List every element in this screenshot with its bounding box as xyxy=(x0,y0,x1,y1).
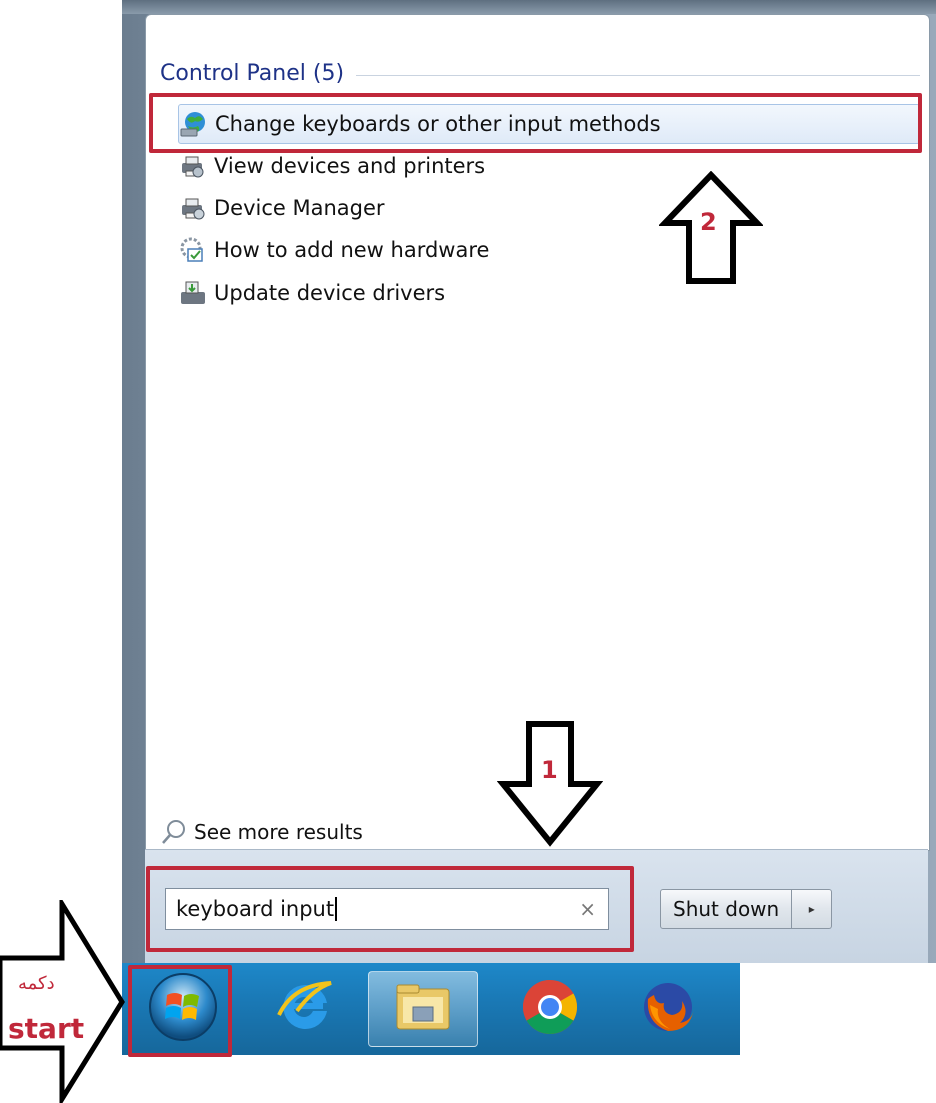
internet-explorer-icon xyxy=(273,975,337,1043)
see-more-results-link[interactable]: See more results xyxy=(160,815,363,849)
taskbar-firefox[interactable] xyxy=(613,971,723,1047)
taskbar-file-explorer[interactable] xyxy=(368,971,478,1047)
shutdown-options-arrow[interactable]: ▸ xyxy=(792,889,833,929)
section-divider xyxy=(356,74,920,76)
start-pointer-arrow xyxy=(0,900,125,1103)
result-label: Update device drivers xyxy=(214,281,446,305)
shutdown-button[interactable]: Shut down xyxy=(660,889,793,929)
result-add-new-hardware[interactable]: How to add new hardware xyxy=(178,231,918,269)
chrome-icon xyxy=(518,975,582,1043)
search-icon xyxy=(160,818,188,846)
result-label: Device Manager xyxy=(214,196,385,220)
start-label-persian: دکمه xyxy=(18,973,55,994)
results-section-header[interactable]: Control Panel (5) xyxy=(160,58,920,88)
start-label-english: start xyxy=(8,1012,85,1045)
driver-update-icon xyxy=(178,278,208,308)
highlight-result-box xyxy=(149,93,922,153)
section-title: Control Panel (5) xyxy=(160,60,345,86)
taskbar-chrome[interactable] xyxy=(495,971,605,1047)
start-menu-top-strip xyxy=(122,0,936,14)
see-more-label: See more results xyxy=(194,820,363,844)
result-label: View devices and printers xyxy=(214,154,486,178)
highlight-start-box xyxy=(128,965,232,1057)
devices-printers-icon xyxy=(178,151,208,181)
step-2-number: 2 xyxy=(700,208,717,236)
taskbar-internet-explorer[interactable] xyxy=(250,971,360,1047)
hardware-wizard-icon xyxy=(178,235,208,265)
result-update-drivers[interactable]: Update device drivers xyxy=(178,274,918,312)
result-device-manager[interactable]: Device Manager xyxy=(178,189,918,227)
taskbar-cutoff xyxy=(740,963,936,1055)
step-1-arrow xyxy=(497,721,603,847)
result-label: How to add new hardware xyxy=(214,238,490,262)
device-manager-icon xyxy=(178,193,208,223)
step-1-number: 1 xyxy=(541,756,558,784)
shutdown-control: Shut down ▸ xyxy=(660,889,833,929)
firefox-icon xyxy=(636,975,700,1043)
file-explorer-icon xyxy=(391,977,455,1041)
highlight-search-box xyxy=(146,866,634,952)
